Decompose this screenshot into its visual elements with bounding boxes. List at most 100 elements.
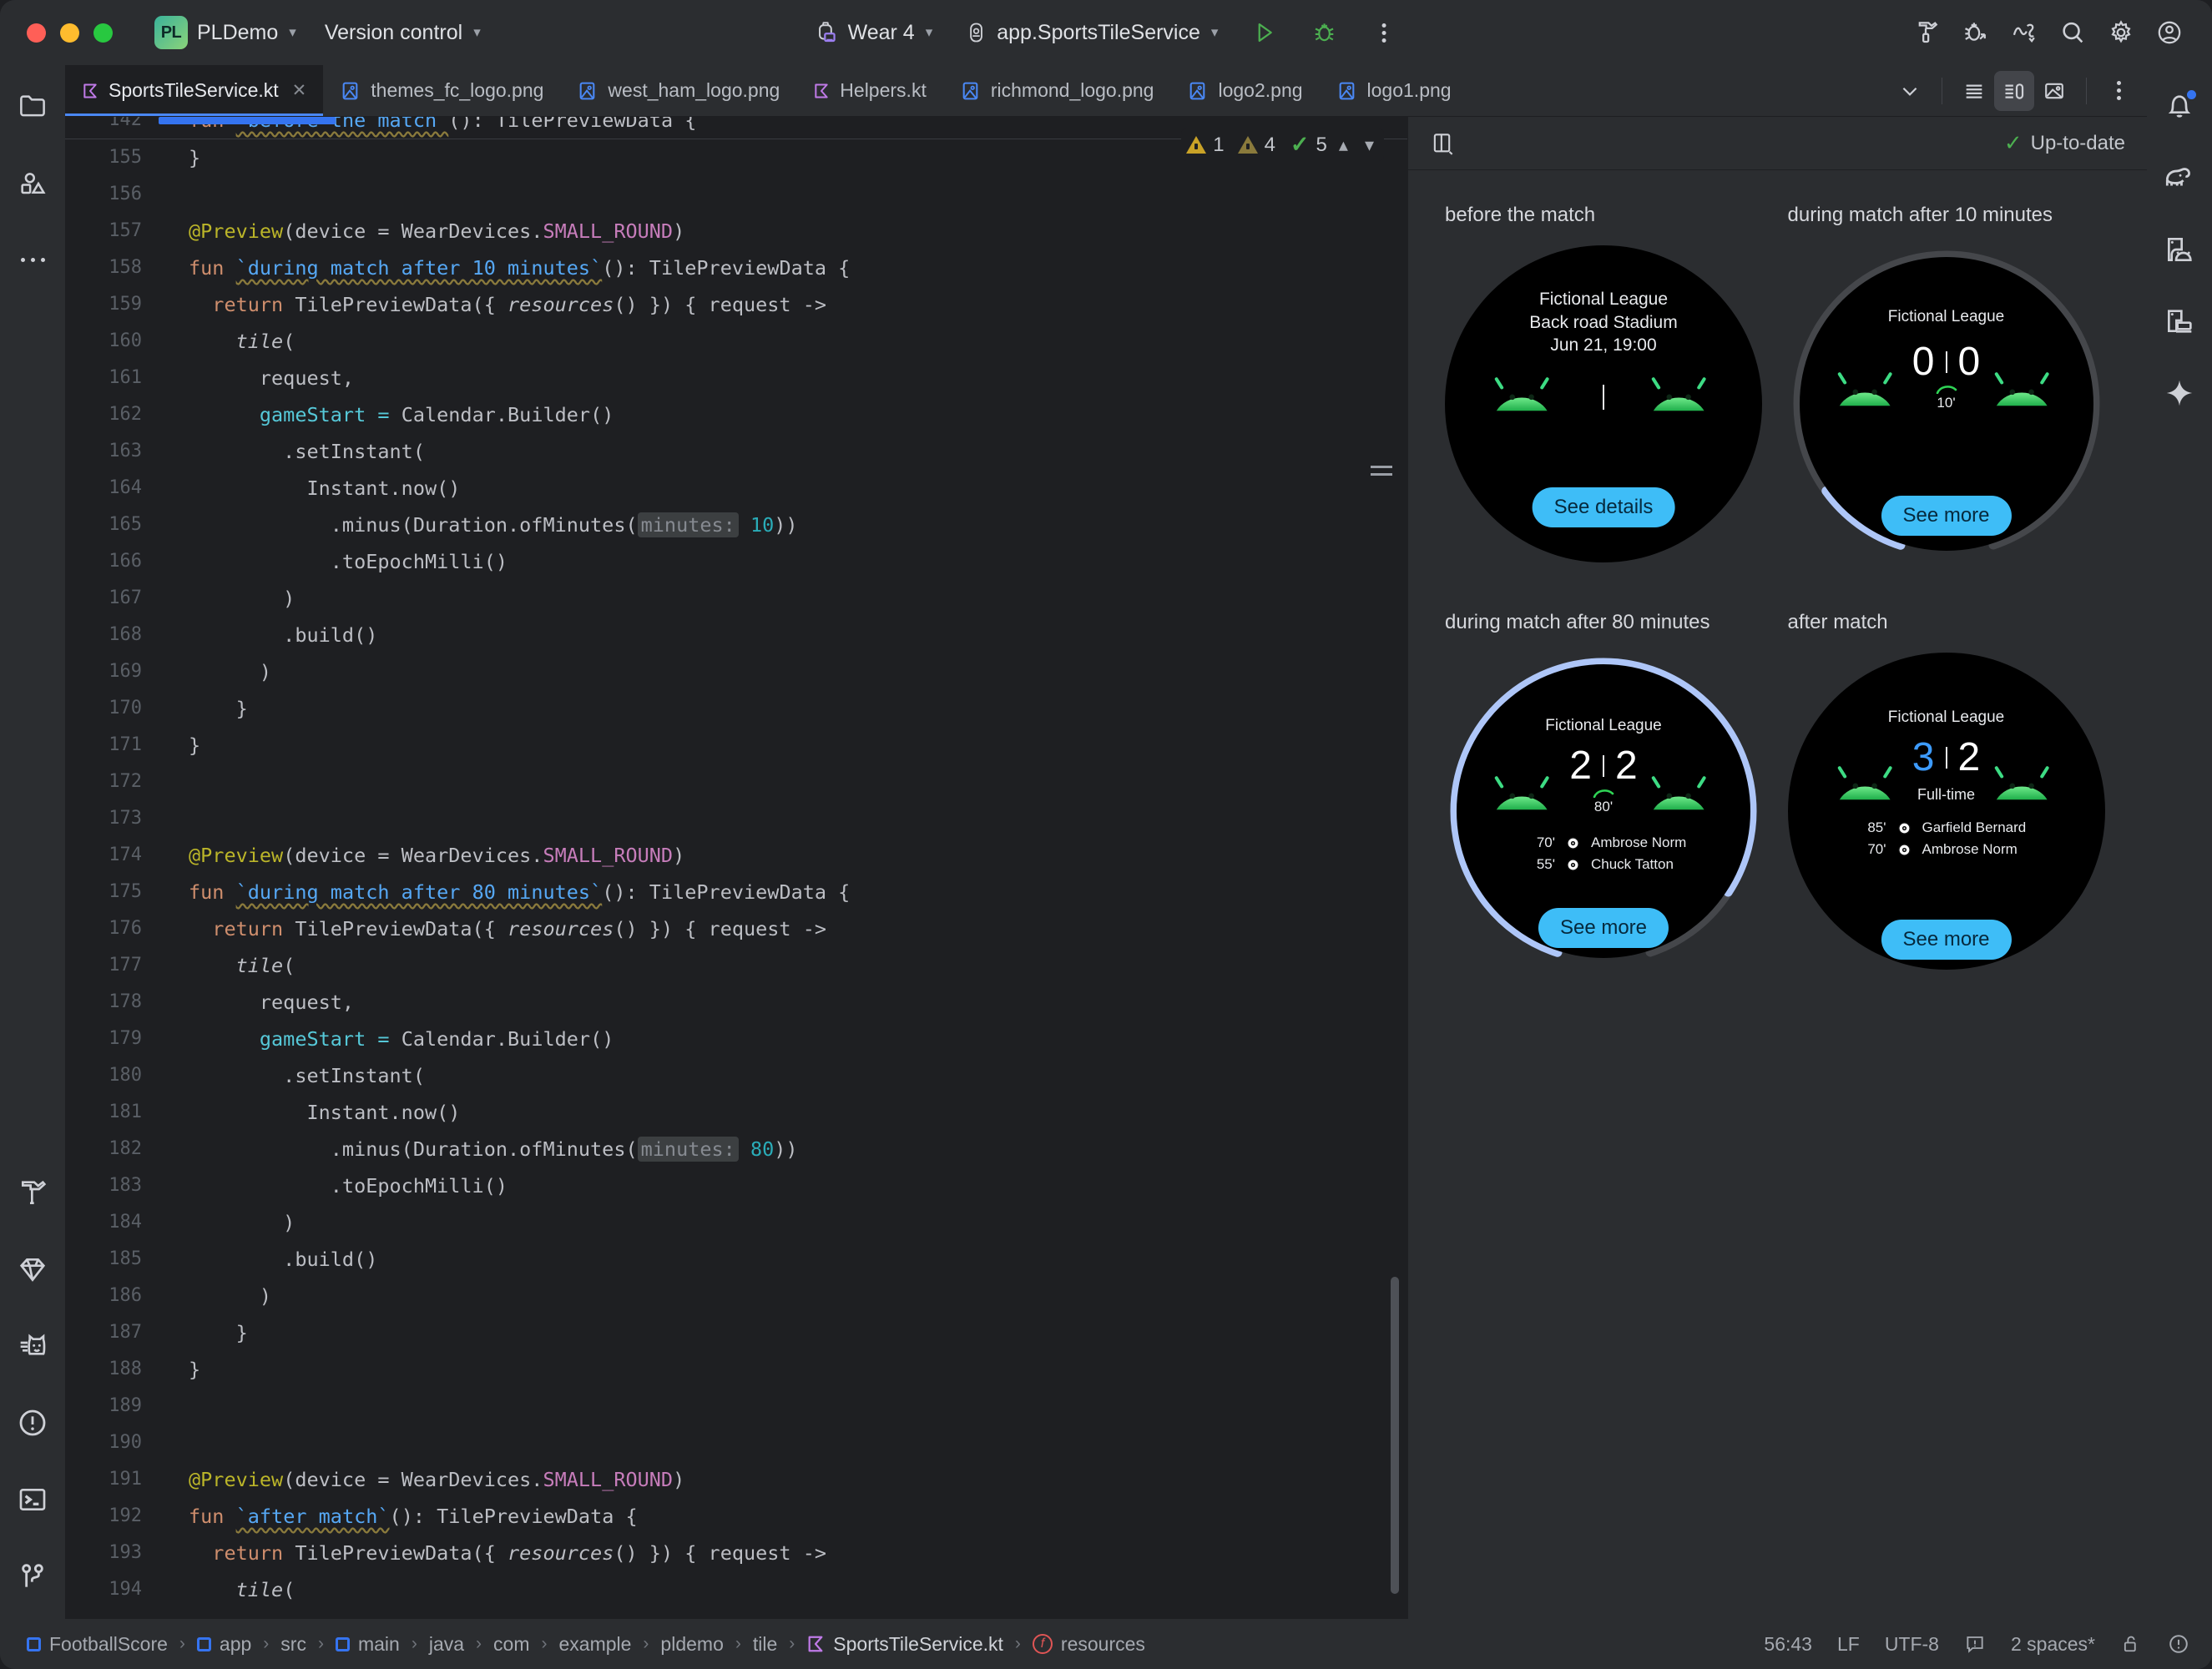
preview-canvas[interactable]: before the match Fictional League Back r… bbox=[1408, 170, 2147, 1619]
debug-button[interactable] bbox=[1301, 10, 1346, 55]
breadcrumb-src[interactable]: src bbox=[275, 1633, 311, 1656]
next-problem-button[interactable]: ▾ bbox=[1360, 134, 1379, 156]
sidebar-item-resource-manager[interactable] bbox=[13, 164, 52, 202]
breadcrumb-java[interactable]: java bbox=[424, 1633, 469, 1656]
sidebar-item-gemini[interactable] bbox=[13, 1250, 52, 1288]
see-details-button[interactable]: See details bbox=[1532, 487, 1675, 527]
close-window-button[interactable] bbox=[27, 23, 46, 43]
settings-button[interactable] bbox=[2098, 10, 2144, 55]
breadcrumb-sportstileservice[interactable]: SportsTileService.kt bbox=[801, 1633, 1008, 1656]
watch-frame[interactable]: Fictional League bbox=[1788, 245, 2105, 562]
tab-west-ham-logo-png[interactable]: west_ham_logo.png bbox=[560, 65, 796, 116]
sidebar-item-project[interactable] bbox=[13, 87, 52, 125]
check-icon: ✓ bbox=[1290, 132, 1310, 157]
code-row: 168 .build() bbox=[65, 617, 1407, 653]
build-button[interactable] bbox=[1905, 10, 1950, 55]
more-run-actions-button[interactable] bbox=[1361, 10, 1406, 55]
sidebar-item-problems[interactable] bbox=[13, 1404, 52, 1442]
previous-problem-button[interactable]: ▴ bbox=[1334, 134, 1353, 156]
tab-logo2-png[interactable]: logo2.png bbox=[1170, 65, 1319, 116]
breadcrumb-main[interactable]: main bbox=[331, 1633, 405, 1656]
watch-frame[interactable]: Fictional League Back road Stadium Jun 2… bbox=[1445, 245, 1762, 562]
breadcrumb-example[interactable]: example bbox=[553, 1633, 636, 1656]
tab-richmond-logo-png[interactable]: richmond_logo.png bbox=[943, 65, 1171, 116]
code-content[interactable]: 142 fun `before the match`(): TilePrevie… bbox=[65, 117, 1407, 1619]
sidebar-item-gemini-assistant[interactable] bbox=[2160, 374, 2199, 412]
home-team-logo-icon bbox=[1494, 377, 1549, 411]
indent-setting[interactable]: 2 spaces* bbox=[2011, 1633, 2095, 1656]
sidebar-item-version-control[interactable] bbox=[13, 1557, 52, 1596]
see-more-button[interactable]: See more bbox=[1538, 908, 1669, 948]
sidebar-item-terminal[interactable] bbox=[13, 1480, 52, 1519]
line-number: 182 bbox=[109, 1138, 142, 1159]
sidebar-item-notifications[interactable] bbox=[2160, 87, 2199, 125]
read-mode-icon[interactable] bbox=[1964, 1633, 1986, 1655]
minimize-window-button[interactable] bbox=[60, 23, 79, 43]
preview-layout-icon[interactable] bbox=[1430, 130, 1457, 157]
line-number: 167 bbox=[109, 587, 142, 608]
tab-themes-fc-logo-png[interactable]: themes_fc_logo.png bbox=[323, 65, 560, 116]
tab-helpers-kt[interactable]: Helpers.kt bbox=[796, 65, 943, 116]
device-selector[interactable]: Wear 4 ▾ bbox=[806, 15, 942, 50]
breadcrumb-com[interactable]: com bbox=[488, 1633, 534, 1656]
sidebar-item-running-devices[interactable] bbox=[2160, 230, 2199, 269]
breadcrumb-app[interactable]: app bbox=[192, 1633, 256, 1656]
split-drag-handle[interactable] bbox=[1371, 466, 1392, 476]
breadcrumb-footballscore[interactable]: FootballScore bbox=[22, 1633, 173, 1656]
breadcrumb-pldemo[interactable]: pldemo bbox=[655, 1633, 728, 1656]
code-row: 167 ) bbox=[65, 580, 1407, 617]
profiler-button[interactable] bbox=[2002, 10, 2047, 55]
search-button[interactable] bbox=[2050, 10, 2095, 55]
tile-preview-during-match-10[interactable]: during match after 10 minutes Fictional … bbox=[1788, 204, 2111, 562]
inspection-icon[interactable] bbox=[2167, 1632, 2190, 1656]
teams-row: 0 0 10' bbox=[1800, 342, 2093, 411]
close-icon[interactable]: ✕ bbox=[292, 80, 307, 101]
tab-more-options-button[interactable] bbox=[2098, 71, 2139, 111]
sidebar-item-device-manager[interactable] bbox=[2160, 302, 2199, 340]
tile-preview-before-the-match[interactable]: before the match Fictional League Back r… bbox=[1445, 204, 1768, 562]
tile-preview-during-match-80[interactable]: during match after 80 minutes Fictional … bbox=[1445, 611, 1768, 970]
line-number: 177 bbox=[109, 955, 142, 976]
see-more-button[interactable]: See more bbox=[1881, 920, 2012, 960]
breadcrumb-separator: › bbox=[789, 1634, 795, 1653]
divider bbox=[2086, 77, 2087, 104]
sidebar-item-gradle[interactable] bbox=[2160, 159, 2199, 197]
maximize-window-button[interactable] bbox=[93, 23, 113, 43]
split-view-button[interactable] bbox=[1994, 70, 2034, 111]
editor-scrollbar[interactable] bbox=[1391, 1277, 1399, 1594]
watch-frame[interactable]: Fictional League bbox=[1787, 653, 2105, 970]
code-editor[interactable]: 1 4 ✓ 5 ▴ ▾ 142 fun `before the match`()… bbox=[65, 117, 1407, 1619]
list-view-button[interactable] bbox=[1954, 71, 1994, 111]
caret-position[interactable]: 56:43 bbox=[1764, 1633, 1812, 1656]
line-number: 165 bbox=[109, 514, 142, 535]
tab-logo1-png[interactable]: logo1.png bbox=[1320, 65, 1468, 116]
sidebar-item-logcat[interactable] bbox=[13, 1327, 52, 1365]
code-row: 187 } bbox=[65, 1314, 1407, 1351]
line-separator[interactable]: LF bbox=[1837, 1633, 1860, 1656]
live-arc-icon bbox=[1593, 789, 1614, 799]
teams-row: 2 2 80' bbox=[1457, 746, 1750, 815]
tile-label: before the match bbox=[1445, 204, 1596, 226]
account-button[interactable] bbox=[2147, 10, 2192, 55]
tile-preview-after-match[interactable]: after match Fictional League 3 2 Full-ti… bbox=[1787, 611, 2111, 970]
sidebar-item-build[interactable] bbox=[13, 1173, 52, 1212]
run-configuration-selector[interactable]: app.SportsTileService ▾ bbox=[956, 15, 1226, 50]
breadcrumb-tile[interactable]: tile bbox=[748, 1633, 782, 1656]
tab-overflow-button[interactable] bbox=[1890, 71, 1930, 111]
watch-frame[interactable]: Fictional League bbox=[1445, 653, 1762, 970]
tab-sportstileservice-kt[interactable]: SportsTileService.kt ✕ bbox=[65, 65, 324, 116]
breadcrumb-resources[interactable]: f resources bbox=[1028, 1633, 1150, 1656]
debug-attach-button[interactable] bbox=[1953, 10, 1998, 55]
score-area: 0 0 10' bbox=[1900, 342, 1993, 411]
image-file-icon bbox=[962, 82, 978, 99]
file-encoding[interactable]: UTF-8 bbox=[1885, 1633, 1939, 1656]
version-control-menu[interactable]: Version control ▾ bbox=[316, 16, 489, 50]
unlocked-icon[interactable] bbox=[2120, 1632, 2142, 1656]
gallery-view-button[interactable] bbox=[2034, 71, 2074, 111]
see-more-button[interactable]: See more bbox=[1881, 496, 2012, 536]
score-separator bbox=[1603, 755, 1604, 778]
project-selector[interactable]: PL PLDemo ▾ bbox=[146, 11, 305, 54]
line-number: 186 bbox=[109, 1285, 142, 1306]
sidebar-item-more-tool-windows[interactable] bbox=[13, 240, 52, 279]
run-button[interactable] bbox=[1241, 10, 1286, 55]
